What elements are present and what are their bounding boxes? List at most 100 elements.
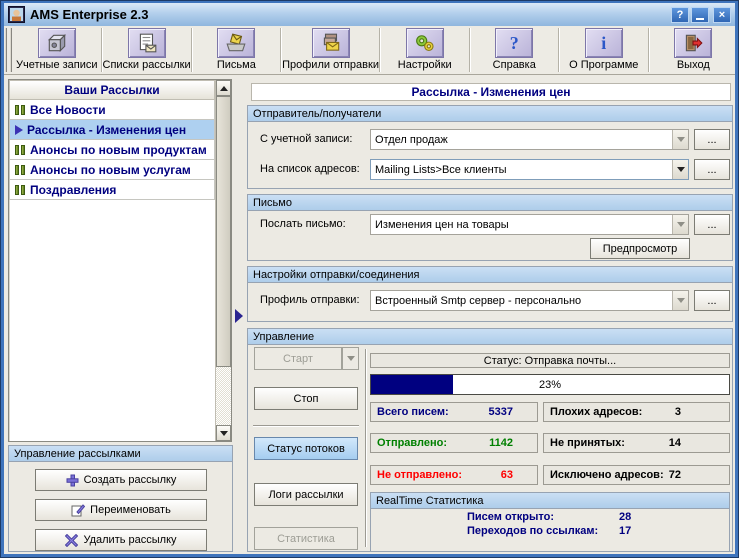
- stat-bad-addresses: Плохих адресов: 3: [543, 402, 730, 422]
- stop-button[interactable]: Стоп: [254, 387, 358, 410]
- main-toolbar: Учетные записи Списки рассылки Письма Пр…: [4, 26, 735, 75]
- scroll-down-button[interactable]: [216, 425, 231, 441]
- stat-excluded: Исключено адресов: 72: [543, 465, 730, 485]
- exit-icon: [674, 28, 713, 58]
- toolbar-label: Профили отправки: [282, 59, 379, 71]
- stat-label: Плохих адресов:: [550, 406, 643, 418]
- minimize-button[interactable]: [691, 6, 709, 23]
- account-combobox[interactable]: Отдел продаж: [370, 129, 689, 150]
- letter-combobox[interactable]: Изменения цен на товары: [370, 214, 689, 235]
- list-item-label: Анонсы по новым услугам: [30, 162, 191, 177]
- sender-group-header: Отправитель/получатели: [248, 106, 732, 122]
- toolbar-label: Справка: [492, 59, 536, 71]
- list-item[interactable]: Анонсы по новым услугам: [9, 160, 215, 180]
- play-icon: [15, 124, 23, 135]
- realtime-stats-group: RealTime Статистика Писем открыто: 28 Пе…: [370, 492, 730, 552]
- stat-not-sent: Не отправлено: 63: [370, 465, 538, 485]
- plus-icon: [66, 474, 79, 486]
- about-icon: i: [584, 28, 623, 58]
- stat-label: Не отправлено:: [377, 469, 463, 481]
- toolbar-label: Настройки: [397, 59, 452, 71]
- preview-button[interactable]: Предпросмотр: [590, 238, 690, 259]
- stat-label: Исключено адресов:: [550, 469, 664, 481]
- progress-percent: 23%: [538, 378, 562, 391]
- toolbar-button-mailing-lists[interactable]: Списки рассылки: [103, 26, 191, 74]
- list-item-label: Поздравления: [30, 182, 117, 197]
- thread-status-button[interactable]: Статус потоков: [254, 437, 358, 460]
- toolbar-button-settings[interactable]: Настройки: [381, 26, 469, 74]
- realtime-value: 28: [619, 511, 632, 523]
- list-item-selected[interactable]: Рассылка - Изменения цен: [9, 120, 215, 140]
- account-browse-button[interactable]: ...: [694, 129, 730, 150]
- delete-mailing-label: Удалить рассылку: [83, 534, 177, 546]
- realtime-value: 17: [619, 525, 632, 537]
- letters-icon: [217, 28, 256, 58]
- toolbar-gripper[interactable]: [5, 28, 12, 72]
- toolbar-label: О Программе: [569, 59, 639, 71]
- accounts-icon: [37, 28, 76, 58]
- scroll-thumb[interactable]: [216, 96, 231, 367]
- pause-icon: [15, 144, 25, 155]
- stat-value: 1142: [489, 437, 513, 449]
- address-list-value: Mailing Lists>Все клиенты: [375, 163, 507, 176]
- stat-not-accepted: Не принятых: 14: [543, 433, 730, 453]
- toolbar-button-about[interactable]: i О Программе: [560, 26, 648, 74]
- close-button[interactable]: ×: [713, 6, 731, 23]
- window-title: AMS Enterprise 2.3: [30, 7, 149, 22]
- mailings-list: Все Новости Рассылка - Изменения цен Ано…: [9, 100, 215, 200]
- rename-icon: [71, 504, 86, 517]
- toolbar-button-accounts[interactable]: Учетные записи: [13, 26, 101, 74]
- list-item-label: Анонсы по новым продуктам: [30, 142, 207, 157]
- help-titlebar-button[interactable]: ?: [671, 6, 689, 23]
- status-text: Статус: Отправка почты...: [370, 353, 730, 368]
- letter-group: Письмо Послать письмо: Изменения цен на …: [247, 194, 733, 261]
- delete-mailing-button[interactable]: Удалить рассылку: [35, 529, 207, 551]
- account-value: Отдел продаж: [375, 133, 448, 146]
- list-item[interactable]: Все Новости: [9, 100, 215, 120]
- pause-icon: [15, 164, 25, 175]
- address-list-browse-button[interactable]: ...: [694, 159, 730, 180]
- control-group: Управление Старт Стоп Статус потоков Лог…: [247, 328, 733, 552]
- mailings-list-header: Ваши Рассылки: [9, 80, 215, 100]
- toolbar-button-letters[interactable]: Письма: [193, 26, 281, 74]
- mailing-title: Рассылка - Изменения цен: [251, 83, 731, 101]
- toolbar-button-send-profiles[interactable]: Профили отправки: [282, 26, 379, 74]
- send-profile-combobox[interactable]: Встроенный Smtp сервер - персонально: [370, 290, 689, 311]
- send-profile-label: Профиль отправки:: [260, 294, 360, 306]
- letter-group-header: Письмо: [248, 195, 732, 211]
- start-options-button[interactable]: [342, 347, 359, 370]
- divider: [253, 425, 359, 427]
- splitter-collapse-arrow-icon[interactable]: [235, 309, 243, 323]
- scroll-up-button[interactable]: [216, 80, 231, 96]
- title-bar[interactable]: AMS Enterprise 2.3 ? ×: [4, 3, 735, 26]
- delete-x-icon: [65, 533, 79, 547]
- list-item[interactable]: Поздравления: [9, 180, 215, 200]
- toolbar-button-help[interactable]: ? Справка: [471, 26, 559, 74]
- toolbar-label: Учетные записи: [15, 59, 98, 71]
- address-list-combobox[interactable]: Mailing Lists>Все клиенты: [370, 159, 689, 180]
- rename-mailing-button[interactable]: Переименовать: [35, 499, 207, 521]
- divider: [365, 349, 367, 547]
- arrow-up-icon: [219, 85, 228, 91]
- stat-total-letters: Всего писем: 5337: [370, 402, 538, 422]
- create-mailing-button[interactable]: Создать рассылку: [35, 469, 207, 491]
- mailings-listbox: Ваши Рассылки Все Новости Рассылка - Изм…: [8, 79, 232, 442]
- toolbar-button-exit[interactable]: Выход: [650, 26, 735, 74]
- letter-browse-button[interactable]: ...: [694, 214, 730, 235]
- realtime-row: Писем открыто: 28: [371, 511, 729, 523]
- app-window: AMS Enterprise 2.3 ? × Учетные записи Сп…: [0, 0, 739, 558]
- list-item[interactable]: Анонсы по новым продуктам: [9, 140, 215, 160]
- stat-value: 3: [674, 406, 681, 418]
- vertical-scrollbar[interactable]: [215, 80, 231, 441]
- statistics-button[interactable]: Статистика: [254, 527, 358, 550]
- send-profile-browse-button[interactable]: ...: [694, 290, 730, 311]
- stat-label: Отправлено:: [377, 437, 448, 449]
- start-button[interactable]: Старт: [254, 347, 342, 370]
- chevron-down-icon: [672, 160, 688, 179]
- mailing-logs-button[interactable]: Логи рассылки: [254, 483, 358, 506]
- create-mailing-label: Создать рассылку: [83, 474, 177, 486]
- arrow-down-icon: [219, 430, 228, 436]
- manage-mailings-group: Управление рассылками Создать рассылку П…: [8, 445, 233, 552]
- control-group-header: Управление: [248, 329, 732, 345]
- progress-bar: 23%: [370, 374, 730, 395]
